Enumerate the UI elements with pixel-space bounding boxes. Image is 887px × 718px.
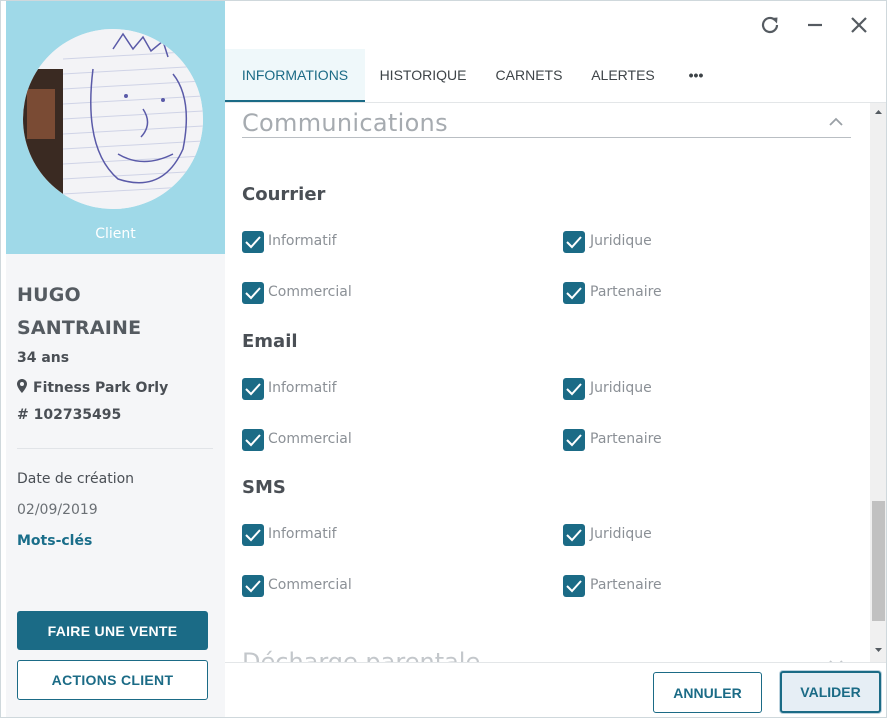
scrollbar-thumb[interactable] bbox=[872, 501, 885, 621]
tab-content: Communications Courrier Informatif Jurid… bbox=[225, 103, 870, 662]
location-pin-icon bbox=[17, 379, 27, 393]
sidebar-divider bbox=[17, 448, 213, 449]
client-location: Fitness Park Orly bbox=[17, 379, 168, 396]
checkbox-courrier-commercial[interactable] bbox=[242, 282, 264, 304]
group-title-email: Email bbox=[242, 331, 298, 352]
scroll-down-icon[interactable] bbox=[870, 644, 887, 656]
checkbox-email-informatif[interactable] bbox=[242, 378, 264, 400]
client-window: Client HUGO SANTRAINE 34 ans Fitness Par… bbox=[0, 0, 887, 718]
checkbox-label: Commercial bbox=[268, 431, 352, 447]
checkbox-sms-commercial[interactable] bbox=[242, 575, 264, 597]
role-label: Client bbox=[95, 226, 136, 242]
tab-carnets[interactable]: CARNETS bbox=[487, 49, 571, 102]
avatar[interactable] bbox=[23, 29, 203, 209]
avatar-drawing bbox=[23, 29, 203, 209]
section-underline bbox=[242, 137, 851, 138]
checkbox-label: Partenaire bbox=[590, 577, 662, 593]
close-icon[interactable] bbox=[847, 13, 871, 37]
minimize-icon[interactable] bbox=[803, 13, 827, 37]
keywords-link[interactable]: Mots-clés bbox=[17, 533, 92, 549]
make-sale-button[interactable]: FAIRE UNE VENTE bbox=[17, 611, 208, 650]
tab-bar: INFORMATIONS HISTORIQUE CARNETS ALERTES … bbox=[225, 49, 886, 102]
parental-discharge-section-title[interactable]: Décharge parentale bbox=[242, 648, 480, 662]
checkbox-sms-partenaire[interactable] bbox=[563, 575, 585, 597]
checkbox-sms-juridique[interactable] bbox=[563, 524, 585, 546]
cancel-button[interactable]: ANNULER bbox=[653, 672, 762, 713]
checkbox-label: Commercial bbox=[268, 577, 352, 593]
more-tabs-icon[interactable]: ••• bbox=[675, 49, 717, 102]
client-member-id: # 102735495 bbox=[17, 407, 122, 423]
group-title-courrier: Courrier bbox=[242, 184, 326, 205]
checkbox-courrier-partenaire[interactable] bbox=[563, 282, 585, 304]
refresh-icon[interactable] bbox=[758, 13, 782, 37]
tab-informations[interactable]: INFORMATIONS bbox=[225, 49, 365, 102]
checkbox-courrier-juridique[interactable] bbox=[563, 231, 585, 253]
client-actions-button[interactable]: ACTIONS CLIENT bbox=[17, 660, 208, 700]
checkbox-label: Informatif bbox=[268, 380, 337, 396]
checkbox-label: Partenaire bbox=[590, 431, 662, 447]
checkbox-courrier-informatif[interactable] bbox=[242, 231, 264, 253]
checkbox-label: Partenaire bbox=[590, 284, 662, 300]
creation-date-value: 02/09/2019 bbox=[17, 502, 98, 518]
tab-historique[interactable]: HISTORIQUE bbox=[370, 49, 476, 102]
communications-section-title[interactable]: Communications bbox=[242, 109, 448, 137]
checkbox-label: Juridique bbox=[590, 380, 652, 396]
checkbox-sms-informatif[interactable] bbox=[242, 524, 264, 546]
group-title-sms: SMS bbox=[242, 477, 286, 498]
checkbox-label: Juridique bbox=[590, 233, 652, 249]
client-last-name: SANTRAINE bbox=[17, 317, 142, 339]
checkbox-label: Informatif bbox=[268, 526, 337, 542]
client-age: 34 ans bbox=[17, 350, 70, 366]
checkbox-email-partenaire[interactable] bbox=[563, 429, 585, 451]
client-first-name: HUGO bbox=[17, 284, 81, 306]
location-text: Fitness Park Orly bbox=[33, 380, 169, 396]
profile-header: Client bbox=[6, 1, 225, 254]
checkbox-label: Informatif bbox=[268, 233, 337, 249]
creation-date-label: Date de création bbox=[17, 471, 135, 487]
checkbox-email-commercial[interactable] bbox=[242, 429, 264, 451]
tab-alertes[interactable]: ALERTES bbox=[583, 49, 663, 102]
collapse-chevron-icon[interactable] bbox=[829, 117, 843, 127]
client-sidebar: Client HUGO SANTRAINE 34 ans Fitness Par… bbox=[6, 1, 225, 717]
checkbox-label: Commercial bbox=[268, 284, 352, 300]
scroll-up-icon[interactable] bbox=[870, 106, 887, 118]
validate-button[interactable]: VALIDER bbox=[780, 671, 881, 713]
checkbox-label: Juridique bbox=[590, 526, 652, 542]
checkbox-email-juridique[interactable] bbox=[563, 378, 585, 400]
